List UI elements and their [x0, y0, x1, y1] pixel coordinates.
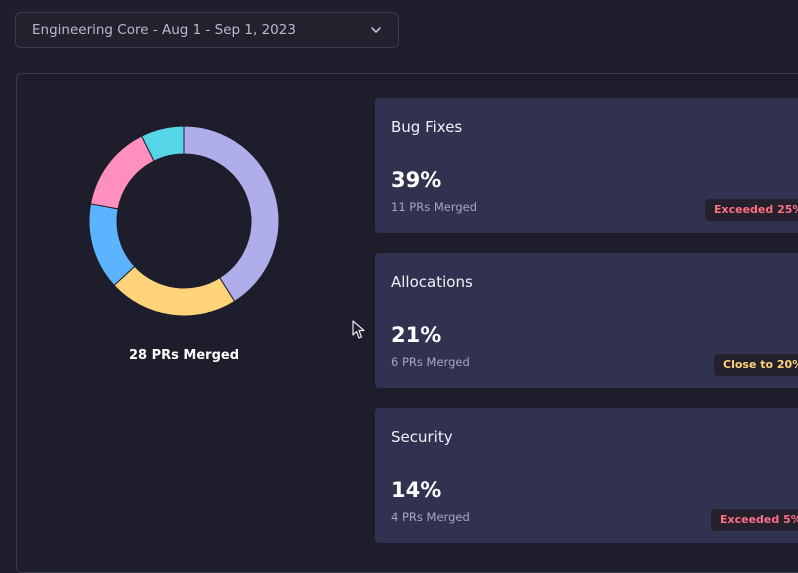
- card-percentage: 14%: [391, 478, 442, 502]
- card-title: Allocations: [391, 273, 473, 291]
- card-prs-merged: 4 PRs Merged: [391, 510, 470, 524]
- card-title: Bug Fixes: [391, 118, 463, 136]
- card-percentage: 39%: [391, 168, 442, 192]
- category-card-bug-fixes[interactable]: Bug Fixes 39% 11 PRs Merged Exceeded 25%…: [375, 98, 798, 233]
- card-prs-merged: 6 PRs Merged: [391, 355, 470, 369]
- card-title: Security: [391, 428, 453, 446]
- card-percentage: 21%: [391, 323, 442, 347]
- chevron-down-icon: [371, 27, 381, 33]
- donut-slice-pink[interactable]: [89, 135, 155, 210]
- prs-merged-total: 28 PRs Merged: [128, 348, 239, 363]
- mouse-pointer-icon: [352, 320, 365, 339]
- donut-slice-bug-fixes[interactable]: [183, 125, 280, 303]
- goal-status-badge: Close to 20% g: [714, 354, 798, 376]
- goal-status-badge: Exceeded 5% g: [711, 509, 798, 531]
- category-card-allocations[interactable]: Allocations 21% 6 PRs Merged Close to 20…: [375, 253, 798, 388]
- pr-donut-chart: [87, 124, 281, 318]
- category-card-security[interactable]: Security 14% 4 PRs Merged Exceeded 5% g: [375, 408, 798, 543]
- donut-slice-allocations[interactable]: [113, 265, 236, 317]
- team-date-filter-dropdown[interactable]: Engineering Core - Aug 1 - Sep 1, 2023: [15, 12, 399, 48]
- filter-label: Engineering Core - Aug 1 - Sep 1, 2023: [32, 22, 296, 38]
- goal-status-badge: Exceeded 25% g: [705, 199, 798, 221]
- card-prs-merged: 11 PRs Merged: [391, 200, 478, 214]
- donut-slice-security[interactable]: [88, 203, 136, 287]
